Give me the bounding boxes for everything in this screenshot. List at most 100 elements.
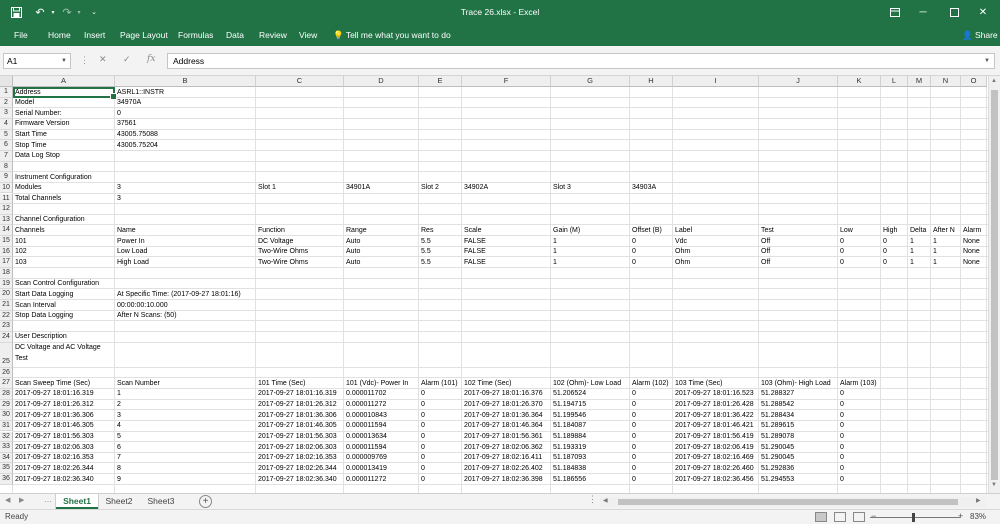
cell-k36[interactable]: 0 [838,475,844,485]
cell-a17[interactable]: 103 [13,258,27,268]
cell-b28[interactable]: 1 [115,389,121,399]
chevron-down-icon[interactable]: ▼ [61,54,67,68]
zoom-slider-thumb[interactable] [912,513,915,522]
cell-g14[interactable]: Gain (M) [551,226,580,236]
cell-j34[interactable]: 51.290045 [759,453,794,463]
cell-g10[interactable]: Slot 3 [551,183,571,193]
cell-n15[interactable]: 1 [931,237,937,247]
column-header-n[interactable]: N [931,76,961,87]
cell-b10[interactable]: 3 [115,183,121,193]
cell-a3[interactable]: Serial Number: [13,109,62,119]
cell-i29[interactable]: 2017-09-27 18:01:26.428 [673,400,754,410]
cell-k29[interactable]: 0 [838,400,844,410]
cell-i31[interactable]: 2017-09-27 18:01:46.421 [673,421,754,431]
column-header-m[interactable]: M [908,76,931,87]
cell-g16[interactable]: 1 [551,247,557,257]
cell-o17[interactable]: None [961,258,980,268]
cell-b14[interactable]: Name [115,226,136,236]
cell-j32[interactable]: 51.289078 [759,432,794,442]
cell-h10[interactable]: 34903A [630,183,656,193]
cancel-icon[interactable]: ✕ [99,54,107,65]
cell-f29[interactable]: 2017-09-27 18:01:26.370 [462,400,543,410]
cell-k16[interactable]: 0 [838,247,844,257]
cell-a36[interactable]: 2017-09-27 18:02:36.340 [13,475,94,485]
row-header[interactable]: 25 [0,342,13,368]
cell-a2[interactable]: Model [13,98,34,108]
cell-b4[interactable]: 37561 [115,119,136,129]
cell-h32[interactable]: 0 [630,432,636,442]
next-sheet-icon[interactable]: ▶ [19,496,24,504]
cell-b5[interactable]: 43005.75088 [115,130,158,140]
cell-a13[interactable]: Channel Configuration [13,215,85,225]
cell-e34[interactable]: 0 [419,453,425,463]
row-header[interactable]: 9 [0,172,13,183]
cell-f10[interactable]: 34902A [462,183,488,193]
column-header-j[interactable]: J [759,76,838,87]
cell-h28[interactable]: 0 [630,389,636,399]
sheet-tab-sheet2[interactable]: Sheet2 [100,494,138,509]
cell-d29[interactable]: 0.000011272 [344,400,386,410]
cell-j27[interactable]: 103 (Ohm)- High Load [759,379,831,389]
cell-i33[interactable]: 2017-09-27 18:02:06.419 [673,443,754,453]
cell-l17[interactable]: 0 [881,258,887,268]
tab-page-layout[interactable]: Page Layout [120,24,168,46]
cell-c35[interactable]: 2017-09-27 18:02:26.344 [256,464,337,474]
cell-j29[interactable]: 51.288542 [759,400,794,410]
column-header-d[interactable]: D [344,76,419,87]
row-header[interactable]: 36 [0,474,13,485]
cell-f17[interactable]: FALSE [462,258,486,268]
cell-n16[interactable]: 1 [931,247,937,257]
cell-f33[interactable]: 2017-09-27 18:02:06.362 [462,443,543,453]
cell-b17[interactable]: High Load [115,258,149,268]
cell-k32[interactable]: 0 [838,432,844,442]
cell-f27[interactable]: 102 Time (Sec) [462,379,511,389]
row-header[interactable]: 21 [0,300,13,311]
cell-g17[interactable]: 1 [551,258,557,268]
cell-c14[interactable]: Function [256,226,285,236]
row-header[interactable]: 16 [0,246,13,258]
cell-e14[interactable]: Res [419,226,433,236]
row-header[interactable]: 30 [0,410,13,421]
cell-b3[interactable]: 0 [115,109,121,119]
cell-j15[interactable]: Off [759,237,770,247]
cell-a9[interactable]: Instrument Configuration [13,173,92,183]
row-header[interactable]: 11 [0,193,13,205]
cell-d35[interactable]: 0.000013419 [344,464,387,474]
cell-n14[interactable]: After N [931,226,955,236]
cell-o15[interactable]: None [961,237,980,247]
cell-g30[interactable]: 51.199546 [551,411,586,421]
cell-m14[interactable]: Delta [908,226,926,236]
cell-l15[interactable]: 0 [881,237,887,247]
column-header-e[interactable]: E [419,76,462,87]
cell-g31[interactable]: 51.184087 [551,421,586,431]
row-header[interactable]: 28 [0,388,13,400]
cell-m15[interactable]: 1 [908,237,914,247]
cell-l14[interactable]: High [881,226,897,236]
cell-b35[interactable]: 8 [115,464,121,474]
cell-c16[interactable]: Two-Wire Ohms [256,247,308,257]
cell-b29[interactable]: 2 [115,400,121,410]
column-header-l[interactable]: L [881,76,908,87]
cell-h30[interactable]: 0 [630,411,636,421]
cell-a33[interactable]: 2017-09-27 18:02:06.303 [13,443,94,453]
sheet-tabs-more-icon[interactable]: … [44,495,52,504]
row-header[interactable]: 12 [0,204,13,215]
cell-g34[interactable]: 51.187093 [551,453,586,463]
save-icon[interactable] [8,4,24,20]
cell-a24[interactable]: User Description [13,332,67,342]
cell-b36[interactable]: 9 [115,475,121,485]
cell-m17[interactable]: 1 [908,258,914,268]
cell-i16[interactable]: Ohm [673,247,690,257]
cell-f14[interactable]: Scale [462,226,482,236]
row-header[interactable]: 10 [0,182,13,194]
cell-e16[interactable]: 5.5 [419,247,431,257]
row-header[interactable]: 17 [0,257,13,269]
cell-k17[interactable]: 0 [838,258,844,268]
cell-d16[interactable]: Auto [344,247,360,257]
cell-i32[interactable]: 2017-09-27 18:01:56.419 [673,432,754,442]
cell-f35[interactable]: 2017-09-27 18:02:26.402 [462,464,543,474]
customize-quick-access-icon[interactable]: ⌄ [88,4,100,20]
cell-j30[interactable]: 51.288434 [759,411,794,421]
cell-b2[interactable]: 34970A [115,98,141,108]
cell-f36[interactable]: 2017-09-27 18:02:36.398 [462,475,543,485]
